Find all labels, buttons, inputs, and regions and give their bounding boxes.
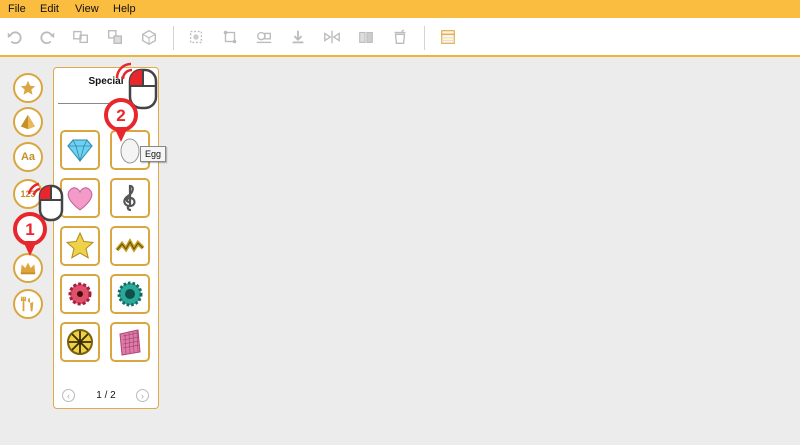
undo-icon[interactable] [4, 26, 26, 48]
menu-view[interactable]: View [75, 3, 99, 15]
next-page-button[interactable]: › [136, 389, 149, 402]
egg-tooltip: Egg [140, 146, 167, 162]
current-page: 1 [96, 390, 102, 401]
transform-icon[interactable] [219, 26, 241, 48]
duplicate-shape-icon[interactable] [138, 26, 160, 48]
select-points-icon[interactable] [185, 26, 207, 48]
shape-twisted-gold[interactable] [110, 226, 150, 266]
total-pages: 2 [110, 390, 116, 401]
menu-file[interactable]: File [8, 3, 26, 15]
svg-text:1: 1 [25, 220, 34, 239]
sidebar-tools-button[interactable] [13, 289, 43, 319]
shape-treble-clef[interactable] [110, 178, 150, 218]
shape-red-gear[interactable] [60, 274, 100, 314]
menu-help[interactable]: Help [113, 3, 136, 15]
svg-text:2: 2 [116, 106, 125, 125]
sidebar-star-button[interactable] [13, 73, 43, 103]
page-indicator: 1 / 2 [84, 390, 128, 401]
download-icon[interactable] [287, 26, 309, 48]
pyramid-icon [20, 114, 36, 130]
shape-gem[interactable] [60, 130, 100, 170]
sidebar-text-button[interactable]: Aa [13, 142, 43, 172]
shape-teal-gear[interactable] [110, 274, 150, 314]
table-icon[interactable] [437, 26, 459, 48]
paste-shape-icon[interactable] [104, 26, 126, 48]
crown-icon [20, 262, 36, 275]
prev-page-button[interactable]: ‹ [62, 389, 75, 402]
sidebar-shapes-button[interactable] [13, 107, 43, 137]
menu-edit[interactable]: Edit [40, 3, 59, 15]
step-callout-2: 2 [104, 98, 138, 142]
shape-heart[interactable] [60, 178, 100, 218]
toolbar-separator [424, 26, 425, 50]
step-callout-1: 1 [13, 212, 47, 256]
shape-gold-wheel[interactable] [60, 322, 100, 362]
copy-shape-icon[interactable] [70, 26, 92, 48]
split-icon[interactable] [355, 26, 377, 48]
measure-icon[interactable] [253, 26, 275, 48]
shape-star[interactable] [60, 226, 100, 266]
text-aa-icon: Aa [20, 151, 36, 163]
redo-icon[interactable] [36, 26, 58, 48]
delete-icon[interactable] [389, 26, 411, 48]
toolbar-separator [173, 26, 174, 50]
menu-bar: File Edit View Help [0, 0, 800, 18]
toolbar [0, 18, 800, 57]
star-icon [20, 80, 36, 95]
pager: ‹ 1 / 2 › [54, 389, 158, 405]
tools-icon [20, 296, 34, 312]
shape-pink-grid[interactable] [110, 322, 150, 362]
mirror-icon[interactable] [321, 26, 343, 48]
page-separator: / [104, 390, 108, 401]
